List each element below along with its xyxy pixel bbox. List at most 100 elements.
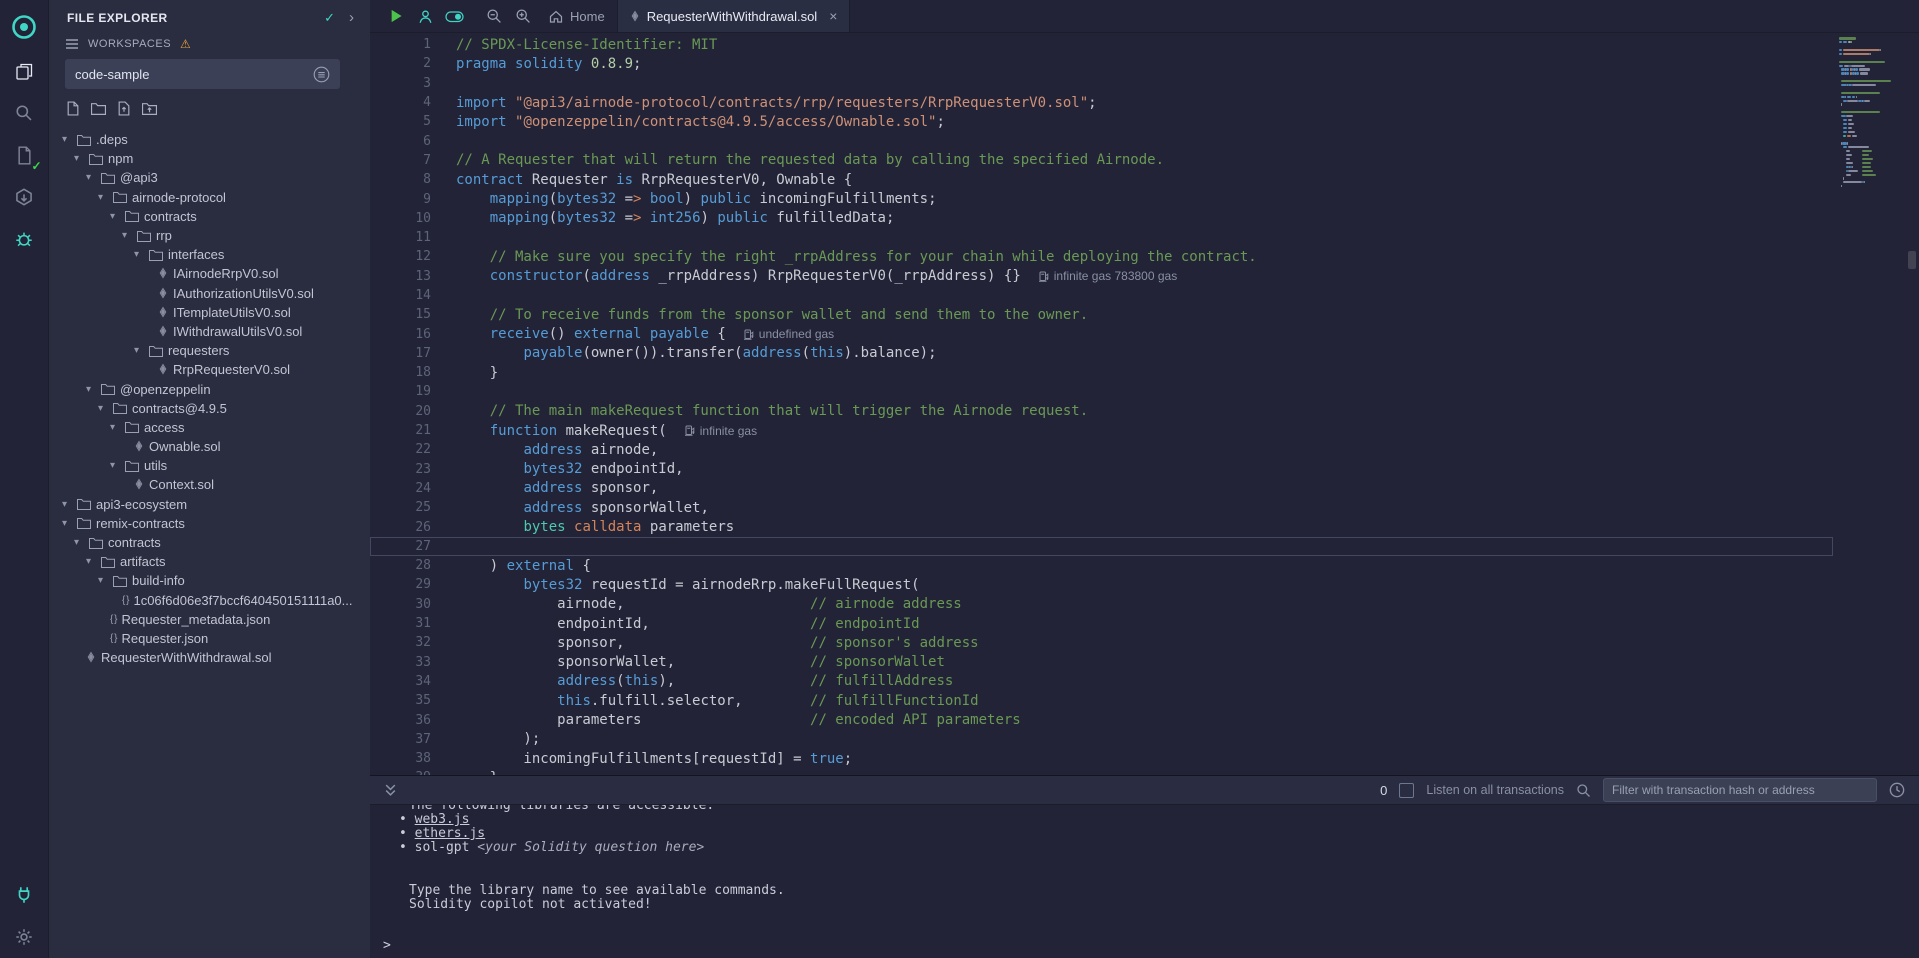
- tree-item[interactable]: IAirnodeRrpV0.sol: [49, 264, 370, 283]
- code-line[interactable]: 25 address sponsorWallet,: [370, 498, 1833, 517]
- code-line[interactable]: 29 bytes32 requestId = airnodeRrp.makeFu…: [370, 575, 1833, 594]
- history-clock-icon[interactable]: [1889, 782, 1905, 798]
- plugin-manager-icon[interactable]: [0, 874, 49, 916]
- code-line[interactable]: 31 endpointId, // endpointId: [370, 614, 1833, 633]
- tree-item[interactable]: ▾airnode-protocol: [49, 188, 370, 207]
- user-scan-icon[interactable]: [411, 0, 440, 32]
- tree-item[interactable]: ▾utils: [49, 456, 370, 475]
- tree-item[interactable]: ▾remix-contracts: [49, 514, 370, 533]
- workspace-options-icon[interactable]: [313, 66, 330, 83]
- editor-scrollbar[interactable]: [1905, 33, 1919, 775]
- code-line[interactable]: 3: [370, 74, 1833, 93]
- tree-item[interactable]: ▾build-info: [49, 571, 370, 590]
- code-line[interactable]: 32 sponsor, // sponsor's address: [370, 633, 1833, 652]
- zoom-out-icon[interactable]: [479, 0, 508, 32]
- upload-file-icon[interactable]: [117, 101, 131, 116]
- code-line[interactable]: 38 incomingFulfillments[requestId] = tru…: [370, 749, 1833, 768]
- tab-home[interactable]: Home: [537, 0, 618, 32]
- tree-item[interactable]: ▾contracts@4.9.5: [49, 399, 370, 418]
- code-line[interactable]: 28 ) external {: [370, 556, 1833, 575]
- code-line[interactable]: 17 payable(owner()).transfer(address(thi…: [370, 344, 1833, 363]
- tree-item[interactable]: ▾@openzeppelin: [49, 379, 370, 398]
- tree-item[interactable]: ▾requesters: [49, 341, 370, 360]
- scrollbar-thumb[interactable]: [1908, 251, 1916, 269]
- tree-item[interactable]: ▾.deps: [49, 130, 370, 149]
- code-line[interactable]: 16 receive() external payable {undefined…: [370, 324, 1833, 343]
- terminal-prompt[interactable]: >: [383, 938, 391, 953]
- code-line[interactable]: 39 }: [370, 768, 1833, 775]
- tree-item[interactable]: { }Requester.json: [49, 629, 370, 648]
- code-line[interactable]: 9 mapping(bytes32 => bool) public incomi…: [370, 189, 1833, 208]
- minimap[interactable]: [1833, 33, 1905, 775]
- code-line[interactable]: 22 address airnode,: [370, 440, 1833, 459]
- code-line[interactable]: 36 parameters // encoded API parameters: [370, 710, 1833, 729]
- debugger-icon[interactable]: [0, 218, 49, 260]
- code-line[interactable]: 8contract Requester is RrpRequesterV0, O…: [370, 170, 1833, 189]
- remix-logo[interactable]: [0, 8, 49, 46]
- code-line[interactable]: 23 bytes32 endpointId,: [370, 460, 1833, 479]
- code-line[interactable]: 19: [370, 382, 1833, 401]
- code-line[interactable]: 26 bytes calldata parameters: [370, 517, 1833, 536]
- code-line[interactable]: 4import "@api3/airnode-protocol/contract…: [370, 93, 1833, 112]
- code-area[interactable]: 1// SPDX-License-Identifier: MIT2pragma …: [370, 33, 1833, 775]
- code-line[interactable]: 15 // To receive funds from the sponsor …: [370, 305, 1833, 324]
- code-line[interactable]: 6: [370, 131, 1833, 150]
- code-line[interactable]: 7// A Requester that will return the req…: [370, 151, 1833, 170]
- code-line[interactable]: 30 airnode, // airnode address: [370, 595, 1833, 614]
- code-line[interactable]: 20 // The main makeRequest function that…: [370, 402, 1833, 421]
- close-icon[interactable]: ×: [829, 8, 837, 24]
- upload-folder-icon[interactable]: [142, 101, 157, 116]
- library-link[interactable]: web3.js: [415, 812, 470, 827]
- terminal-output[interactable]: The following libraries are accessible:•…: [370, 805, 1919, 958]
- chevron-right-icon[interactable]: ›: [349, 9, 354, 26]
- code-line[interactable]: 10 mapping(bytes32 => int256) public ful…: [370, 209, 1833, 228]
- code-line[interactable]: 24 address sponsor,: [370, 479, 1833, 498]
- tree-item[interactable]: Ownable.sol: [49, 437, 370, 456]
- tree-item[interactable]: IWithdrawalUtilsV0.sol: [49, 322, 370, 341]
- zoom-in-icon[interactable]: [508, 0, 537, 32]
- code-line[interactable]: 2pragma solidity 0.8.9;: [370, 54, 1833, 73]
- code-line[interactable]: 11: [370, 228, 1833, 247]
- code-line[interactable]: 27: [370, 537, 1833, 556]
- listen-checkbox[interactable]: [1399, 783, 1414, 798]
- tree-item[interactable]: Context.sol: [49, 475, 370, 494]
- tree-item[interactable]: ▾npm: [49, 149, 370, 168]
- code-line[interactable]: 34 address(this), // fulfillAddress: [370, 672, 1833, 691]
- tree-item[interactable]: RrpRequesterV0.sol: [49, 360, 370, 379]
- search-icon[interactable]: [0, 92, 49, 134]
- new-file-icon[interactable]: [66, 101, 80, 116]
- solidity-compiler-icon[interactable]: ✓: [0, 134, 49, 176]
- toggle-switch-icon[interactable]: [440, 0, 469, 32]
- tree-item[interactable]: ▾api3-ecosystem: [49, 495, 370, 514]
- tree-item[interactable]: ▾access: [49, 418, 370, 437]
- code-line[interactable]: 33 sponsorWallet, // sponsorWallet: [370, 653, 1833, 672]
- code-line[interactable]: 13 constructor(address _rrpAddress) RrpR…: [370, 267, 1833, 286]
- code-line[interactable]: 1// SPDX-License-Identifier: MIT: [370, 35, 1833, 54]
- tree-item[interactable]: ▾rrp: [49, 226, 370, 245]
- filter-input[interactable]: [1603, 778, 1877, 802]
- code-line[interactable]: 21 function makeRequest(infinite gas: [370, 421, 1833, 440]
- tree-item[interactable]: ▾interfaces: [49, 245, 370, 264]
- library-link[interactable]: ethers.js: [415, 826, 485, 841]
- code-line[interactable]: 37 );: [370, 730, 1833, 749]
- tree-item[interactable]: { }1c06f6d06e3f7bccf640450151111a0...: [49, 591, 370, 610]
- expand-terminal-icon[interactable]: [384, 783, 397, 797]
- tree-item[interactable]: ▾contracts: [49, 207, 370, 226]
- warning-icon[interactable]: ⚠: [180, 37, 191, 51]
- tree-item[interactable]: ▾artifacts: [49, 552, 370, 571]
- tree-item[interactable]: ITemplateUtilsV0.sol: [49, 303, 370, 322]
- tree-item[interactable]: ▾@api3: [49, 168, 370, 187]
- run-script-button[interactable]: [382, 0, 411, 32]
- deploy-run-icon[interactable]: [0, 176, 49, 218]
- code-line[interactable]: 35 this.fulfill.selector, // fulfillFunc…: [370, 691, 1833, 710]
- tab-requester-with-withdrawal[interactable]: RequesterWithWithdrawal.sol ×: [618, 0, 851, 32]
- search-icon[interactable]: [1576, 783, 1591, 798]
- menu-icon[interactable]: [65, 38, 79, 50]
- tree-item[interactable]: { }Requester_metadata.json: [49, 610, 370, 629]
- code-line[interactable]: 12 // Make sure you specify the right _r…: [370, 247, 1833, 266]
- code-line[interactable]: 18 }: [370, 363, 1833, 382]
- tree-item[interactable]: IAuthorizationUtilsV0.sol: [49, 284, 370, 303]
- tree-item[interactable]: RequesterWithWithdrawal.sol: [49, 648, 370, 667]
- file-explorer-icon[interactable]: [0, 50, 49, 92]
- tree-item[interactable]: ▾contracts: [49, 533, 370, 552]
